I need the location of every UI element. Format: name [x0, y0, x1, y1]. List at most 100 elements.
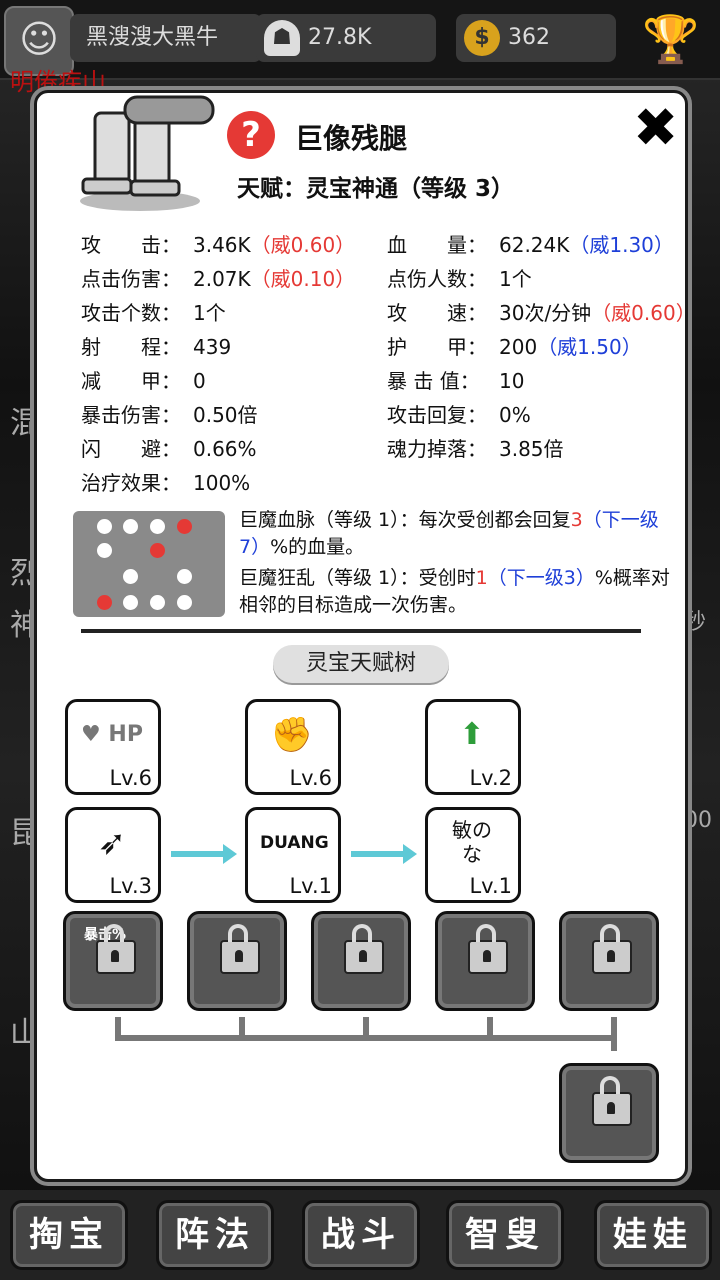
stat-value: 0.66% — [193, 437, 257, 461]
stat-label: 攻 速： — [387, 301, 487, 325]
stat-value: 0.50倍 — [193, 403, 258, 427]
stat-power-note: （威0.10） — [250, 267, 356, 291]
stat-value: 62.24K — [499, 233, 570, 257]
stat-row: 攻击个数： 1个 — [81, 297, 226, 326]
stat-label: 暴击伤害： — [81, 403, 181, 427]
stat-power-note: （威0.60） — [250, 233, 356, 257]
lock-icon — [344, 924, 384, 974]
stat-value: 3.85倍 — [499, 437, 564, 461]
duang-text-icon: DUANG — [260, 833, 329, 853]
talent-level: Lv.6 — [109, 766, 152, 790]
souls-counter: ☗ 27.8K — [256, 14, 436, 62]
stat-row: 魂力掉落： 3.85倍 — [387, 433, 564, 462]
coins-counter: $362 — [456, 14, 616, 62]
stat-label: 减 甲： — [81, 369, 181, 393]
talent-node[interactable]: ➶ Lv.3 — [65, 807, 161, 903]
stat-label: 点伤人数： — [387, 267, 487, 291]
lock-icon — [96, 924, 136, 974]
stat-label: 治疗效果： — [81, 471, 181, 495]
bottom-nav: 掏宝 阵法 战斗 智叟 娃娃 — [0, 1190, 720, 1280]
trophy-icon[interactable]: 🏆 — [636, 8, 706, 70]
coins-value: 362 — [508, 25, 550, 50]
unit-portrait-icon — [80, 95, 215, 211]
skill-value: 3 — [570, 509, 583, 531]
stat-power-note: （威1.50） — [537, 335, 642, 359]
stat-label: 射 程： — [81, 335, 181, 359]
skill-value: 1 — [475, 567, 488, 589]
stat-value: 2.07K — [193, 267, 251, 291]
lock-icon — [592, 1076, 632, 1126]
talent-node[interactable]: ⬆ Lv.2 — [425, 699, 521, 795]
talent-node[interactable]: DUANG Lv.1 — [245, 807, 341, 903]
stat-row: 点击伤害： 2.07K（威0.10） — [81, 263, 355, 292]
ghost-icon: ☗ — [264, 20, 300, 56]
divider — [81, 629, 641, 633]
stat-value: 1个 — [193, 301, 226, 325]
locked-talent-node[interactable] — [187, 911, 287, 1011]
locked-talent-node[interactable]: 暴击% — [63, 911, 163, 1011]
talent-tree-title: 灵宝天赋树 — [273, 645, 449, 683]
coin-icon: $ — [464, 20, 500, 56]
stat-row: 攻 速： 30次/分钟（威0.60） — [387, 297, 688, 326]
locked-talent-node[interactable] — [435, 911, 535, 1011]
talent-level: Lv.3 — [109, 874, 152, 898]
stat-label: 点击伤害： — [81, 267, 181, 291]
stone-fist-icon: ✊ — [270, 715, 314, 755]
talent-node[interactable]: 敏の な Lv.1 — [425, 807, 521, 903]
locked-talent-node[interactable] — [559, 1063, 659, 1163]
nav-doll-button[interactable]: 娃娃 — [594, 1200, 712, 1270]
close-icon[interactable]: ✖ — [633, 101, 678, 155]
help-icon[interactable]: ? — [227, 111, 275, 159]
stat-power-note: （威1.30） — [569, 233, 674, 257]
stat-value: 1个 — [499, 267, 532, 291]
stat-label: 魂力掉落： — [387, 437, 487, 461]
stat-value: 200 — [499, 335, 538, 359]
stat-label: 攻击回复： — [387, 403, 487, 427]
nav-taobao-button[interactable]: 掏宝 — [10, 1200, 128, 1270]
unit-detail-dialog: ? 巨像残腿 天赋：灵宝神通（等级 3） ✖ 攻 击： 3.46K（威0.60）点… — [34, 90, 688, 1182]
nav-formation-button[interactable]: 阵法 — [156, 1200, 274, 1270]
stat-label: 血 量： — [387, 233, 487, 257]
lock-icon — [592, 924, 632, 974]
connector-line — [611, 1017, 617, 1051]
stat-label: 攻 击： — [81, 233, 181, 257]
nav-battle-button[interactable]: 战斗 — [302, 1200, 420, 1270]
green-arrow-coin-icon: ⬆ — [459, 717, 485, 752]
stat-row: 点伤人数： 1个 — [387, 263, 532, 292]
skill-title: 巨魔血脉（等级 1）：每次受创都会回复 — [239, 509, 571, 531]
unit-name: 巨像残腿 — [295, 122, 408, 155]
stat-row: 攻 击： 3.46K（威0.60） — [81, 229, 355, 258]
stat-row: 射 程： 439 — [81, 331, 231, 360]
talent-level: Lv.1 — [469, 874, 512, 898]
player-name: 黑溲溲大黑牛 — [70, 14, 262, 62]
stat-value: 439 — [193, 335, 232, 359]
stat-value: 10 — [499, 369, 525, 393]
talent-node[interactable]: ♥ HP Lv.6 — [65, 699, 161, 795]
stat-label: 暴 击 值： — [387, 369, 480, 393]
bg-right-text: 00 — [684, 808, 712, 833]
stat-row: 血 量： 62.24K（威1.30） — [387, 229, 674, 258]
stat-value: 100% — [193, 471, 251, 495]
skill-title: 巨魔狂乱（等级 1）：受创时 — [239, 567, 476, 589]
talent-level: Lv.1 — [289, 874, 332, 898]
locked-talent-node[interactable] — [311, 911, 411, 1011]
arrow-right-icon — [171, 844, 237, 864]
nav-sage-button[interactable]: 智叟 — [446, 1200, 564, 1270]
stat-label: 闪 避： — [81, 437, 181, 461]
stat-value: 0% — [499, 403, 531, 427]
stat-row: 攻击回复： 0% — [387, 399, 531, 428]
stat-row: 暴 击 值： 10 — [387, 365, 524, 394]
talent-level: Lv.6 — [289, 766, 332, 790]
stat-power-note: （威0.60） — [591, 301, 688, 325]
stat-row: 闪 避： 0.66% — [81, 433, 257, 462]
stat-row: 护 甲： 200（威1.50） — [387, 331, 642, 360]
stat-row: 治疗效果： 100% — [81, 467, 250, 496]
arrow-target-icon: ➶ — [97, 823, 127, 863]
stat-value: 3.46K — [193, 233, 251, 257]
lock-icon — [468, 924, 508, 974]
skill-next: （下一级3） — [487, 567, 595, 589]
locked-talent-node[interactable] — [559, 911, 659, 1011]
dice-icon — [73, 511, 225, 617]
skill-tail: %的血量。 — [270, 536, 365, 558]
talent-node[interactable]: ✊ Lv.6 — [245, 699, 341, 795]
